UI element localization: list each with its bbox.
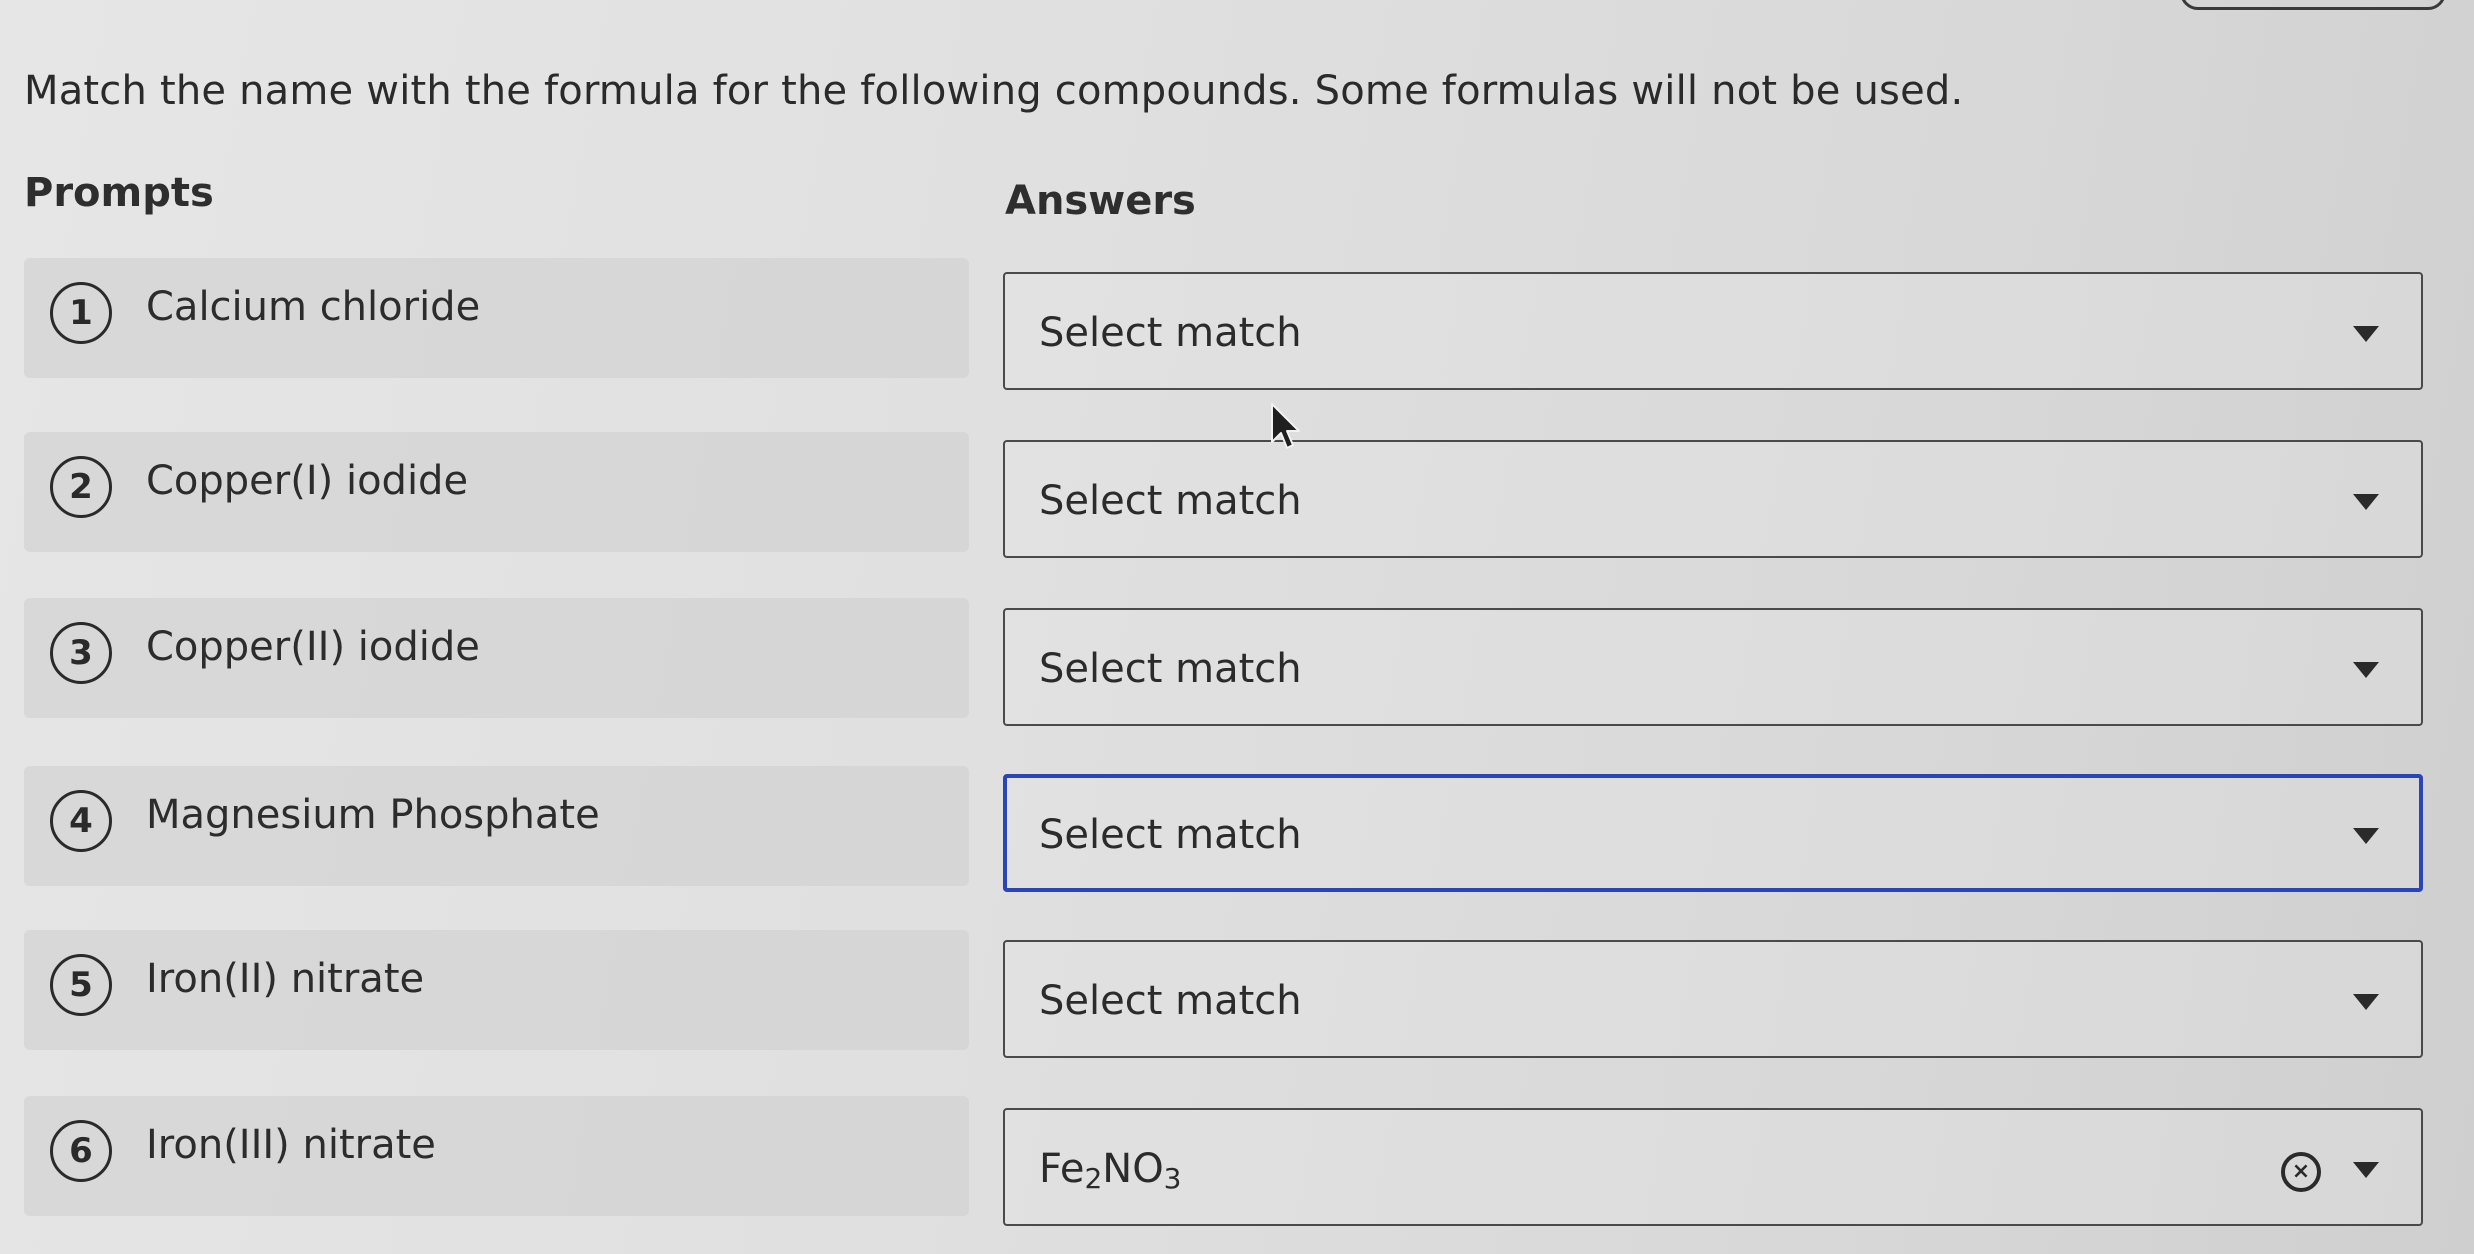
prompt-text-2: Copper(I) iodide xyxy=(146,458,469,504)
chevron-down-icon xyxy=(2353,494,2379,510)
answer-select-2[interactable]: Select match xyxy=(1003,440,2423,558)
prompt-row-5: 5 Iron(II) nitrate xyxy=(24,930,969,1050)
answer-value-1: Select match xyxy=(1039,310,1302,356)
prompt-number-4: 4 xyxy=(50,790,112,852)
prompt-row-3: 3 Copper(II) iodide xyxy=(24,598,969,718)
prompt-row-2: 2 Copper(I) iodide xyxy=(24,432,969,552)
chevron-down-icon xyxy=(2353,662,2379,678)
formula-group-no: NO xyxy=(1102,1146,1164,1192)
formula-subscript-1: 2 xyxy=(1084,1162,1103,1195)
prompt-number-1: 1 xyxy=(50,282,112,344)
prompt-row-1: 1 Calcium chloride xyxy=(24,258,969,378)
prompt-text-4: Magnesium Phosphate xyxy=(146,792,600,838)
prompt-text-3: Copper(II) iodide xyxy=(146,624,480,670)
answer-select-3[interactable]: Select match xyxy=(1003,608,2423,726)
chevron-down-icon xyxy=(2353,994,2379,1010)
clear-selection-icon[interactable]: × xyxy=(2281,1152,2321,1192)
prompt-text-6: Iron(III) nitrate xyxy=(146,1122,436,1168)
prompt-text-5: Iron(II) nitrate xyxy=(146,956,425,1002)
answer-value-2: Select match xyxy=(1039,478,1302,524)
answer-select-1[interactable]: Select match xyxy=(1003,272,2423,390)
prompt-row-6: 6 Iron(III) nitrate xyxy=(24,1096,969,1216)
answer-select-6[interactable]: Fe2NO3 × xyxy=(1003,1108,2423,1226)
prompt-row-4: 4 Magnesium Phosphate xyxy=(24,766,969,886)
chevron-down-icon xyxy=(2353,326,2379,342)
chevron-down-icon xyxy=(2353,1162,2379,1178)
mouse-pointer-icon xyxy=(1271,403,1300,449)
chevron-down-icon xyxy=(2353,828,2379,844)
formula-element-fe: Fe xyxy=(1039,1146,1085,1192)
answer-value-4: Select match xyxy=(1039,812,1302,858)
prompts-heading: Prompts xyxy=(24,170,214,216)
answer-select-4[interactable]: Select match xyxy=(1003,774,2423,892)
answer-value-3: Select match xyxy=(1039,646,1302,692)
top-edge-element xyxy=(2180,0,2446,10)
prompt-number-6: 6 xyxy=(50,1120,112,1182)
prompt-number-2: 2 xyxy=(50,456,112,518)
instructions-text: Match the name with the formula for the … xyxy=(24,68,1964,114)
prompt-number-3: 3 xyxy=(50,622,112,684)
prompt-number-5: 5 xyxy=(50,954,112,1016)
answer-select-5[interactable]: Select match xyxy=(1003,940,2423,1058)
prompt-text-1: Calcium chloride xyxy=(146,284,481,330)
answer-value-5: Select match xyxy=(1039,978,1302,1024)
formula-subscript-2: 3 xyxy=(1163,1162,1182,1195)
answers-heading: Answers xyxy=(1005,178,1196,224)
answer-value-6: Fe2NO3 xyxy=(1039,1146,1182,1195)
